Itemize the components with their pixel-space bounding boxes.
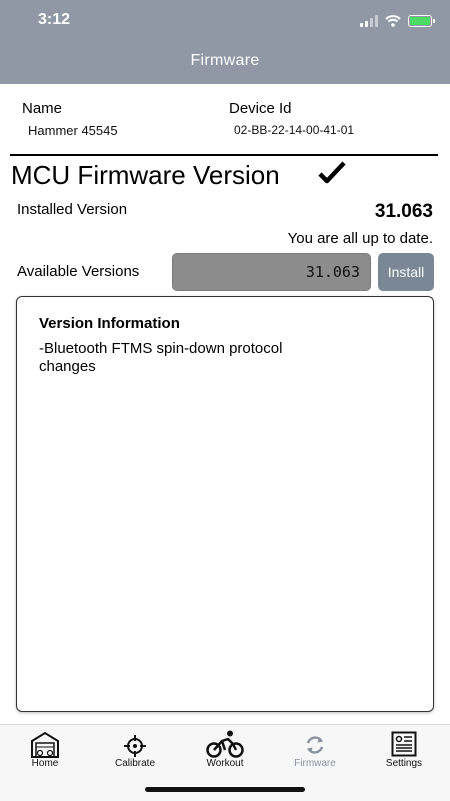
installed-version-label: Installed Version bbox=[17, 201, 128, 218]
divider bbox=[10, 154, 438, 156]
available-version-select[interactable]: 31.063 bbox=[172, 253, 371, 291]
available-versions-label: Available Versions bbox=[17, 263, 140, 280]
device-id-label: Device Id bbox=[229, 100, 292, 117]
tab-workout[interactable]: Workout bbox=[190, 725, 260, 775]
device-id-value: 02-BB-22-14-00-41-01 bbox=[234, 123, 355, 137]
cyclist-icon bbox=[206, 730, 244, 758]
update-status-text: You are all up to date. bbox=[287, 230, 433, 247]
home-indicator bbox=[145, 787, 305, 792]
tab-settings-label: Settings bbox=[385, 758, 423, 769]
tab-calibrate-label: Calibrate bbox=[114, 758, 156, 769]
garage-icon bbox=[31, 731, 59, 758]
battery-icon bbox=[408, 15, 435, 27]
status-icons bbox=[360, 13, 435, 29]
wifi-icon bbox=[385, 15, 401, 27]
device-name-value: Hammer 45545 bbox=[28, 123, 118, 138]
tab-firmware[interactable]: Firmware bbox=[280, 725, 350, 775]
checkmark-icon bbox=[318, 161, 346, 184]
version-information-text: -Bluetooth FTMS spin-down protocol chang… bbox=[39, 340, 283, 375]
tab-home-label: Home bbox=[31, 758, 59, 769]
page-title: Firmware bbox=[190, 52, 260, 69]
tab-settings[interactable]: Settings bbox=[369, 725, 439, 775]
tab-firmware-label: Firmware bbox=[294, 758, 336, 769]
version-information-title: Version Information bbox=[39, 315, 180, 332]
refresh-icon bbox=[306, 736, 324, 754]
signal-icon bbox=[360, 15, 378, 27]
version-information-panel[interactable]: Version Information -Bluetooth FTMS spin… bbox=[16, 296, 434, 712]
tab-home[interactable]: Home bbox=[10, 725, 80, 775]
settings-panel-icon bbox=[391, 731, 417, 757]
status-time: 3:12 bbox=[38, 11, 71, 28]
install-button[interactable]: Install bbox=[378, 253, 434, 291]
tab-workout-label: Workout bbox=[206, 758, 244, 769]
installed-version-value: 31.063 bbox=[374, 201, 433, 222]
mcu-firmware-title: MCU Firmware Version bbox=[11, 160, 280, 190]
crosshair-icon bbox=[124, 735, 146, 757]
device-name-label: Name bbox=[22, 100, 63, 117]
tab-calibrate[interactable]: Calibrate bbox=[100, 725, 170, 775]
navigation-header: 3:12 Firmware bbox=[0, 0, 450, 84]
